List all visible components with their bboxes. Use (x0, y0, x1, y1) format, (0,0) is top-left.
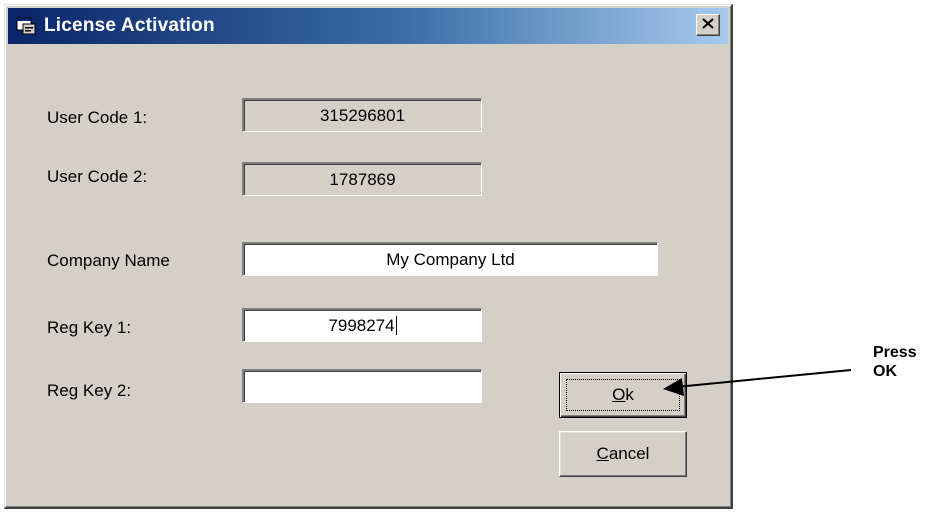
reg-key-1-input[interactable]: 7998274 (242, 308, 482, 342)
close-icon (702, 16, 714, 34)
license-activation-dialog: License Activation User Code 1: 31529680… (4, 4, 733, 509)
ok-button-label: Ok (612, 385, 634, 404)
reg-key-1-value: 7998274 (328, 315, 395, 335)
reg-key-1-label: Reg Key 1: (47, 318, 132, 337)
user-code-1-label: User Code 1: (47, 108, 148, 127)
reg-key-2-label: Reg Key 2: (47, 381, 132, 400)
company-name-input[interactable]: My Company Ltd (242, 242, 658, 276)
annotation-line-2: OK (873, 363, 897, 380)
text-caret (395, 316, 397, 335)
user-code-2-field: 1787869 (242, 162, 482, 196)
user-code-1-value: 315296801 (319, 105, 406, 125)
app-window-icon (16, 17, 36, 35)
annotation-line-1: Press (873, 344, 917, 361)
company-name-value: My Company Ltd (386, 249, 515, 269)
user-code-1-field: 315296801 (242, 98, 482, 132)
user-code-2-value: 1787869 (329, 169, 396, 189)
press-ok-annotation: Press OK (873, 343, 917, 381)
title-bar[interactable]: License Activation (8, 8, 728, 44)
ok-button[interactable]: Ok (559, 372, 687, 418)
close-button[interactable] (696, 14, 720, 36)
cancel-button[interactable]: Cancel (559, 431, 687, 477)
company-name-label: Company Name (47, 251, 170, 270)
reg-key-2-input[interactable] (242, 369, 482, 403)
user-code-2-label: User Code 2: (47, 167, 148, 186)
window-title: License Activation (44, 15, 215, 36)
cancel-button-label: Cancel (596, 444, 650, 463)
